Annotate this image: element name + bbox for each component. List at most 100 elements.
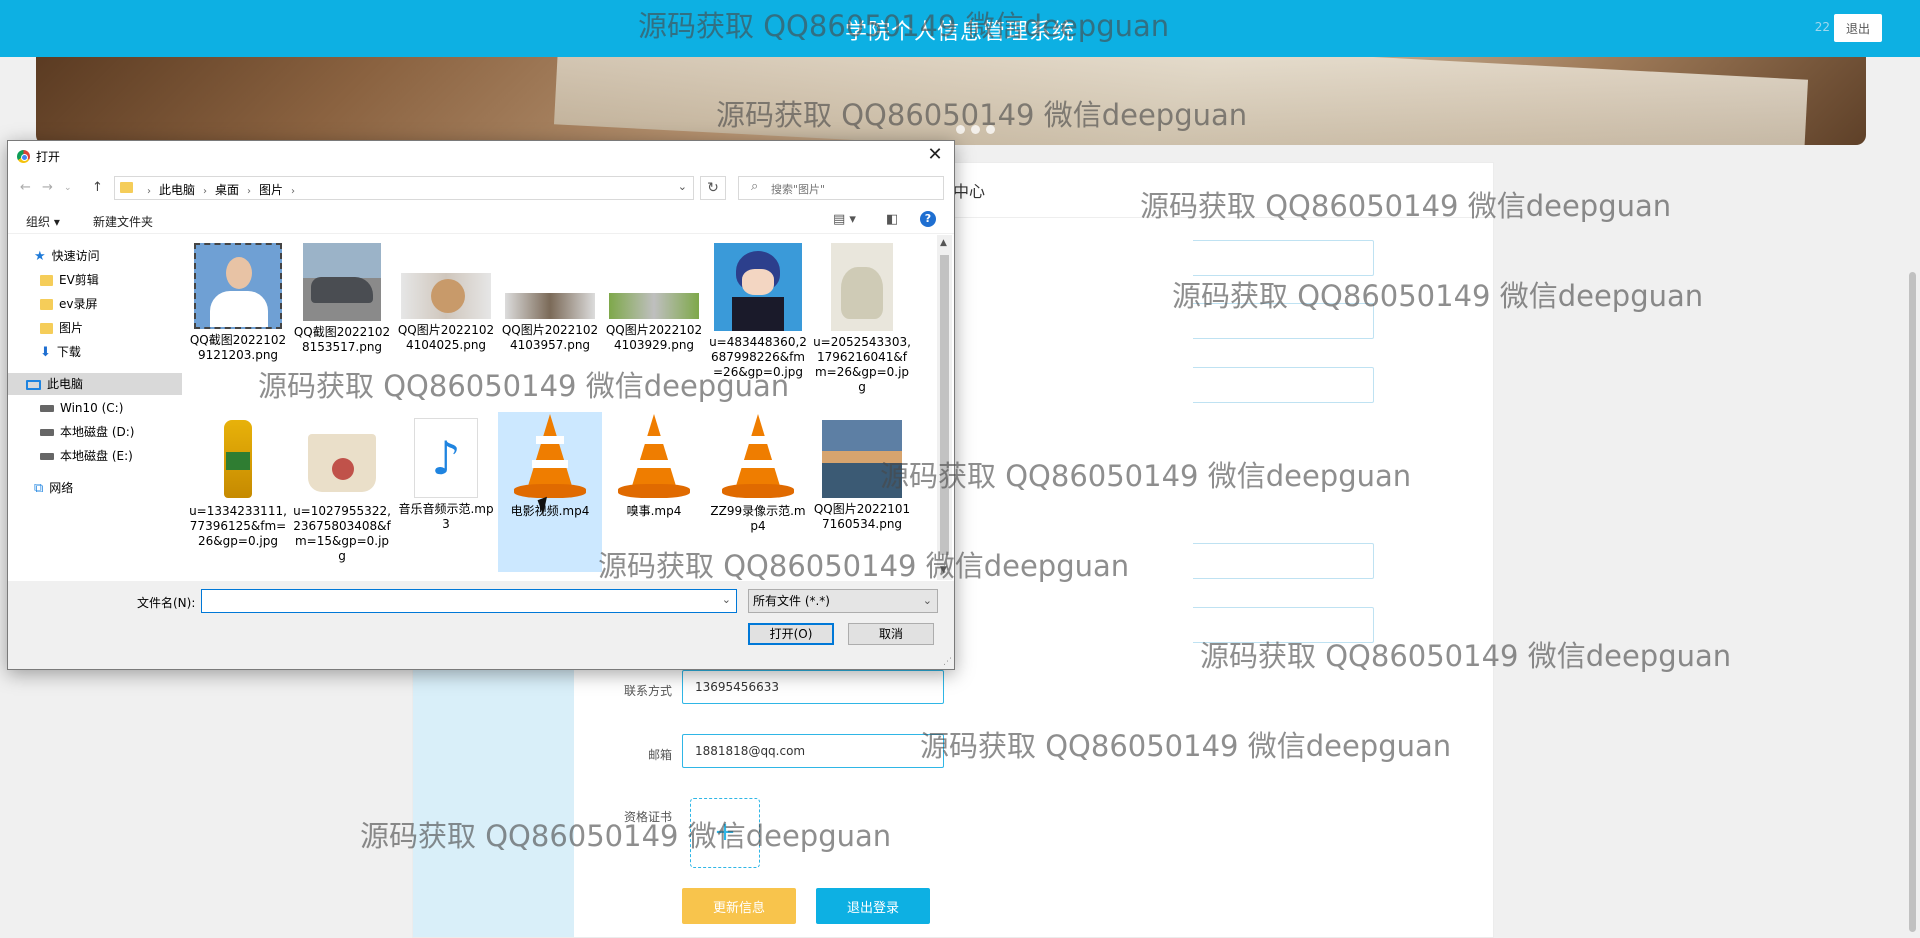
cancel-button[interactable]: 取消 [848,623,934,645]
banner-image [36,57,1866,145]
file-item[interactable]: 嗅事.mp4 [602,412,706,572]
email-field[interactable]: 1881818@qq.com [682,734,944,768]
dialog-titlebar[interactable]: 打开 ✕ [8,141,954,171]
file-item[interactable]: u=1334233111,77396125&fm=26&gp=0.jpg [186,412,290,572]
search-input[interactable] [769,179,941,199]
nav-item[interactable]: 图片 [40,317,83,339]
nav-item[interactable]: ★ 快速访问 [34,245,100,267]
forward-arrow-icon[interactable]: → [42,180,53,195]
file-item[interactable]: QQ图片20221024104025.png [394,243,498,408]
file-item[interactable]: 电影视频.mp4 [498,412,602,572]
close-icon[interactable]: ✕ [922,144,948,168]
filename-field[interactable]: ⌄ [201,589,737,613]
nav-item-label: 本地磁盘 (E:) [60,449,133,463]
dialog-footer: 文件名(N): ⌄ 所有文件 (*.*) ⌄ 打开(O) 取消 ⋰ [8,581,954,669]
filetype-dropdown-icon[interactable]: ⌄ [923,590,932,612]
certificate-upload[interactable]: + [690,798,760,868]
file-list-scrollbar[interactable]: ▲ ▼ [937,235,952,580]
refresh-icon[interactable]: ↻ [700,176,726,200]
carousel-dots[interactable] [956,123,1001,137]
navigation-pane: ★ 快速访问 EV剪辑 ev录屏图片 ⬇ 下载此电脑 Win10 (C:) 本地磁盘 (D:)… [8,235,182,575]
breadcrumb-separator-icon[interactable]: › [247,186,251,197]
file-name: QQ图片20221024104025.png [397,323,495,352]
scroll-up-icon[interactable]: ▲ [940,238,947,248]
nav-item[interactable]: 本地磁盘 (E:) [40,445,133,467]
hidden-field-edge [1193,367,1374,403]
organize-menu[interactable]: 组织 ▾ [26,213,60,230]
drive-icon [40,405,54,412]
banner-book-graphic [553,57,1809,145]
recent-dropdown-icon[interactable]: ⌄ [64,183,72,193]
nav-item[interactable]: Win10 (C:) [40,397,123,419]
image-thumbnail [822,420,902,498]
open-button[interactable]: 打开(O) [748,623,834,645]
hidden-field-edge [1193,240,1374,276]
up-arrow-icon[interactable]: ↑ [92,180,103,195]
nav-item[interactable]: 本地磁盘 (D:) [40,421,134,443]
nav-item[interactable]: ⧉ 网络 [34,477,73,499]
file-list: QQ截图20221029121203.png QQ截图20221028153517… [186,235,936,580]
view-mode-icon[interactable]: ▤ ▾ [833,212,856,227]
file-name: u=2052543303,1796216041&fm=26&gp=0.jpg [813,335,911,394]
nav-item[interactable]: ⬇ 下载 [40,341,81,363]
breadcrumb-item[interactable]: 此电脑 [159,183,195,197]
email-row: 邮箱 1881818@qq.com [574,734,1474,774]
filename-dropdown-icon[interactable]: ⌄ [722,593,731,606]
file-item[interactable]: u=1027955322,23675803408&fm=15&gp=0.jpg [290,412,394,572]
filename-input[interactable] [206,593,710,611]
user-name[interactable]: 22 [1815,20,1830,34]
file-item[interactable]: QQ图片20221024103957.png [498,243,602,408]
nav-item-label: 下载 [56,345,81,359]
vlc-video-icon [614,412,694,500]
file-item[interactable]: QQ截图20221029121203.png [186,243,290,408]
scroll-down-icon[interactable]: ▼ [940,565,947,575]
contact-label: 联系方式 [623,684,672,698]
folder-icon [40,299,53,310]
file-item[interactable]: u=483448360,2687998226&fm=26&gp=0.jpg [706,243,810,408]
vlc-video-icon [510,412,590,500]
logout-button[interactable]: 退出 [1834,14,1882,42]
file-item[interactable]: QQ图片20221024103929.png [602,243,706,408]
path-breadcrumb[interactable]: › 此电脑 › 桌面 › 图片 › ⌄ [114,176,694,200]
nav-item[interactable]: EV剪辑 [40,269,99,291]
breadcrumb-items[interactable]: › 此电脑 › 桌面 › 图片 › [139,181,303,198]
nav-item-label: 此电脑 [47,377,84,391]
hidden-field-edge [1193,607,1374,643]
email-label: 邮箱 [647,748,672,762]
resize-grip-icon[interactable]: ⋰ [943,657,952,667]
image-thumbnail [714,243,802,331]
breadcrumb-separator-icon[interactable]: › [291,186,295,197]
nav-item-label: 图片 [59,321,84,335]
nav-item-label: ev录屏 [59,297,98,311]
breadcrumb-item[interactable]: 图片 [259,183,283,197]
search-icon: ⌕ [751,179,759,194]
nav-item[interactable]: 此电脑 [8,373,182,395]
file-item[interactable]: QQ图片20221017160534.png [810,412,914,572]
path-dropdown-icon[interactable]: ⌄ [678,180,687,193]
filetype-select[interactable]: 所有文件 (*.*) ⌄ [748,589,938,613]
file-item[interactable]: ZZ99录像示范.mp4 [706,412,810,572]
help-icon[interactable]: ? [920,211,936,227]
nav-item-label: 本地磁盘 (D:) [60,425,135,439]
file-item[interactable]: ♪ 音乐音频示范.mp3 [394,412,498,572]
new-folder-button[interactable]: 新建文件夹 [93,213,153,230]
page-scrollbar[interactable] [1905,57,1920,936]
nav-item[interactable]: ev录屏 [40,293,98,315]
image-thumbnail [401,273,491,319]
update-info-button[interactable]: 更新信息 [682,888,796,924]
breadcrumb-item[interactable]: 桌面 [215,183,239,197]
breadcrumb-separator-icon[interactable]: › [147,186,151,197]
breadcrumb-separator-icon[interactable]: › [203,186,207,197]
contact-field[interactable]: 13695456633 [682,670,944,704]
file-item[interactable]: u=2052543303,1796216041&fm=26&gp=0.jpg [810,243,914,408]
file-list-scroll-thumb[interactable] [940,255,949,555]
file-item[interactable]: QQ截图20221028153517.png [290,243,394,408]
preview-pane-icon[interactable]: ◧ [886,212,898,227]
back-arrow-icon[interactable]: ← [20,180,31,195]
file-name: 音乐音频示范.mp3 [398,502,494,531]
file-name: 嗅事.mp4 [626,504,682,518]
filename-label: 文件名(N): [137,596,196,610]
logout-account-button[interactable]: 退出登录 [816,888,930,924]
page-scrollbar-thumb[interactable] [1909,272,1916,932]
search-box[interactable]: ⌕ [738,176,944,200]
